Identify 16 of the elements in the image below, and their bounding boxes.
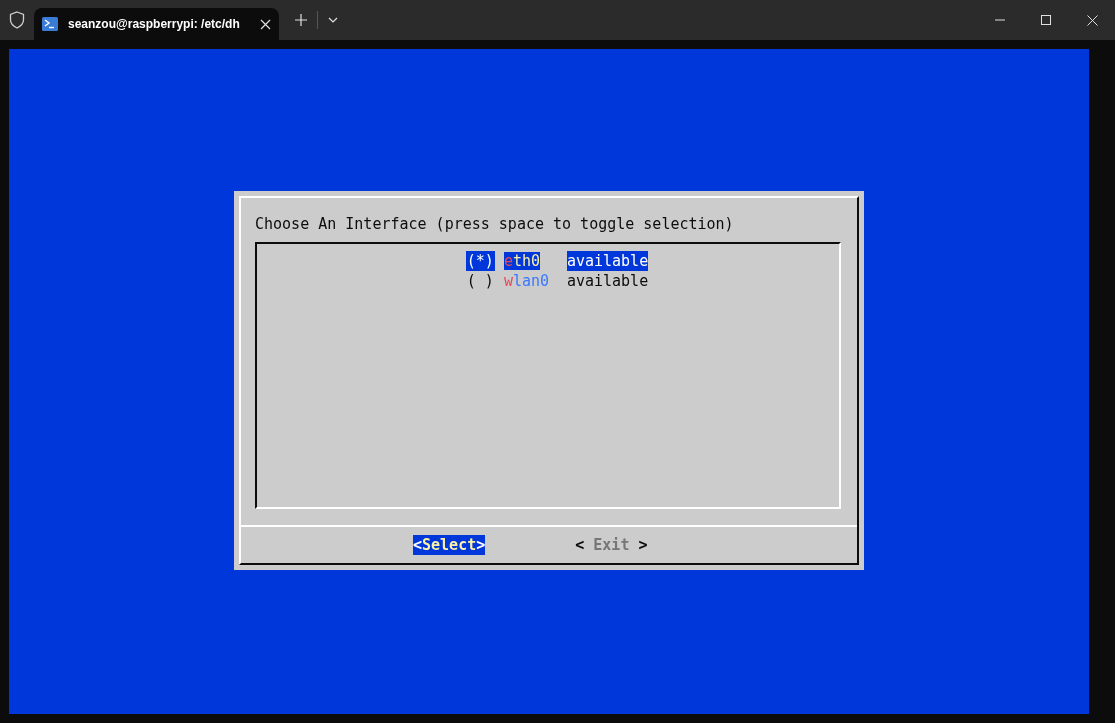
radio-marker[interactable]: ( ) [465,271,495,291]
tab-title: seanzou@raspberrypi: /etc/dh [68,16,241,33]
close-icon[interactable] [1086,14,1098,26]
terminal-icon [42,17,58,31]
radio-marker[interactable]: (*) [465,251,495,271]
plus-icon[interactable] [294,14,307,26]
chevron-down-icon[interactable] [327,17,338,23]
terminal-tab[interactable]: seanzou@raspberrypi: /etc/dh [34,8,279,40]
shield-icon [9,11,25,29]
interface-status: available [566,251,649,271]
close-icon[interactable] [259,18,271,30]
dialog-button[interactable]: < Exit > [575,535,648,555]
interface-status: available [566,271,649,291]
maximize-icon[interactable] [1041,15,1051,25]
dialog-title: Choose An Interface (press space to toggle selection) [255,214,735,234]
dialog-button[interactable]: <Select> [413,535,486,555]
